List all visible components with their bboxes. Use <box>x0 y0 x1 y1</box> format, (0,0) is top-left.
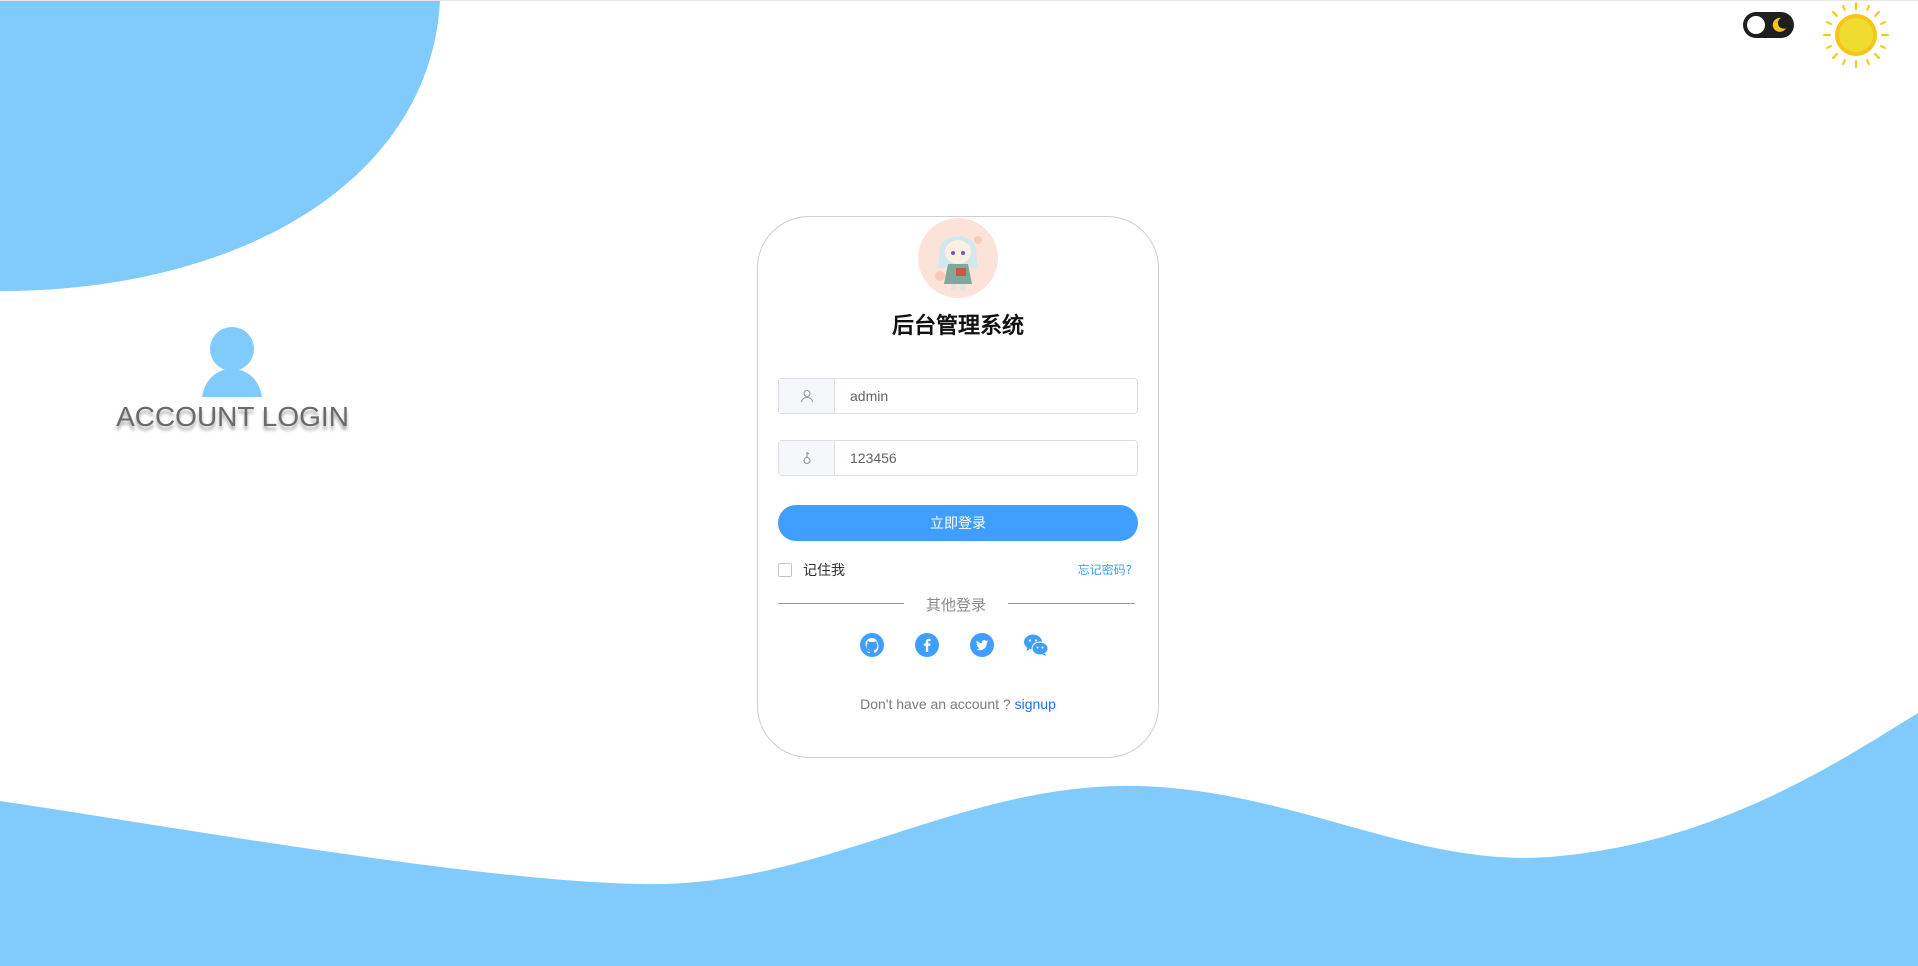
login-card: 后台管理系统 立即登录 记住我 <box>757 216 1159 758</box>
theme-toggle[interactable] <box>1743 12 1794 38</box>
page-title: 后台管理系统 <box>891 313 1024 338</box>
login-button[interactable]: 立即登录 <box>778 505 1138 541</box>
signup-link[interactable]: signup <box>1015 696 1056 712</box>
signup-prompt-text: Don't have an account ? <box>860 696 1015 712</box>
facebook-icon[interactable] <box>914 632 940 658</box>
key-icon <box>802 452 811 465</box>
user-avatar-icon <box>202 327 262 397</box>
top-left-blob <box>0 1 440 291</box>
moon-icon <box>1772 17 1786 32</box>
divider-left <box>778 603 904 604</box>
username-field <box>778 378 1138 414</box>
other-login-label: 其他登录 <box>925 596 986 614</box>
remember-me-checkbox[interactable]: 记住我 <box>778 560 845 580</box>
login-page: ACCOUNT LOGIN 后台管理系统 admin 123456 立即登录 记… <box>0 0 1918 966</box>
checkbox-box[interactable] <box>778 563 792 577</box>
twitter-icon[interactable] <box>969 632 995 658</box>
avatar-image <box>918 218 998 298</box>
sun-icon[interactable] <box>1822 1 1890 69</box>
password-input[interactable] <box>835 441 1137 475</box>
username-prefix <box>779 379 835 413</box>
remember-me-label: 记住我 <box>803 563 845 579</box>
wechat-icon[interactable] <box>1023 632 1049 658</box>
password-prefix <box>779 441 835 475</box>
signup-prompt: Don't have an account ? signup <box>758 696 1158 712</box>
divider-right <box>1008 603 1135 604</box>
user-icon <box>800 389 813 403</box>
toggle-knob <box>1747 16 1765 34</box>
username-input[interactable] <box>835 379 1137 413</box>
forgot-password-link[interactable]: 忘记密码? <box>1078 561 1132 578</box>
github-icon[interactable] <box>859 632 885 658</box>
account-login-heading: ACCOUNT LOGIN <box>116 401 349 432</box>
avatar <box>918 218 998 298</box>
password-field <box>778 440 1138 476</box>
